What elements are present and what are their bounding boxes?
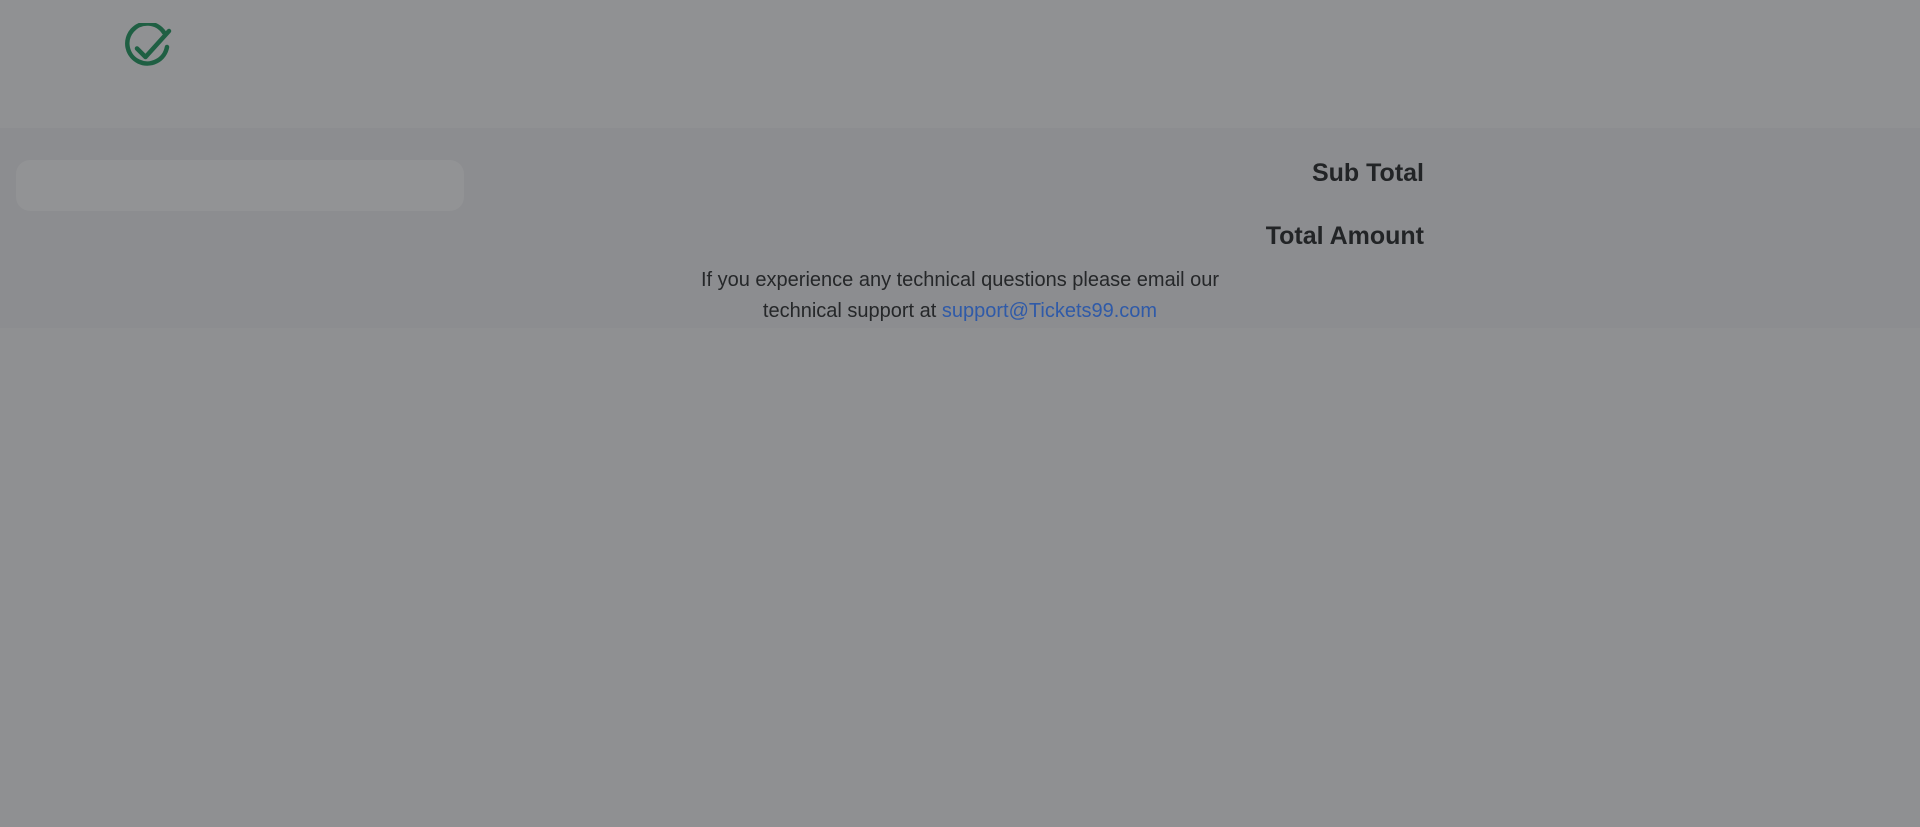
sub-total-label: Sub Total <box>1311 159 1424 187</box>
support-email-link[interactable]: support@Tickets99.com <box>942 300 1157 322</box>
support-message-line-1: If you experience any technical question… <box>700 269 1220 291</box>
check-circle-icon <box>125 23 172 66</box>
total-amount-label: Total Amount <box>1265 222 1424 250</box>
support-message: If you experience any technical question… <box>640 265 1280 327</box>
header-bar <box>0 0 1920 128</box>
support-message-line-2: technical support at <box>762 300 942 322</box>
loading-placeholder <box>16 160 464 211</box>
page: Sub Total Total Amount If you experience… <box>0 0 1920 827</box>
